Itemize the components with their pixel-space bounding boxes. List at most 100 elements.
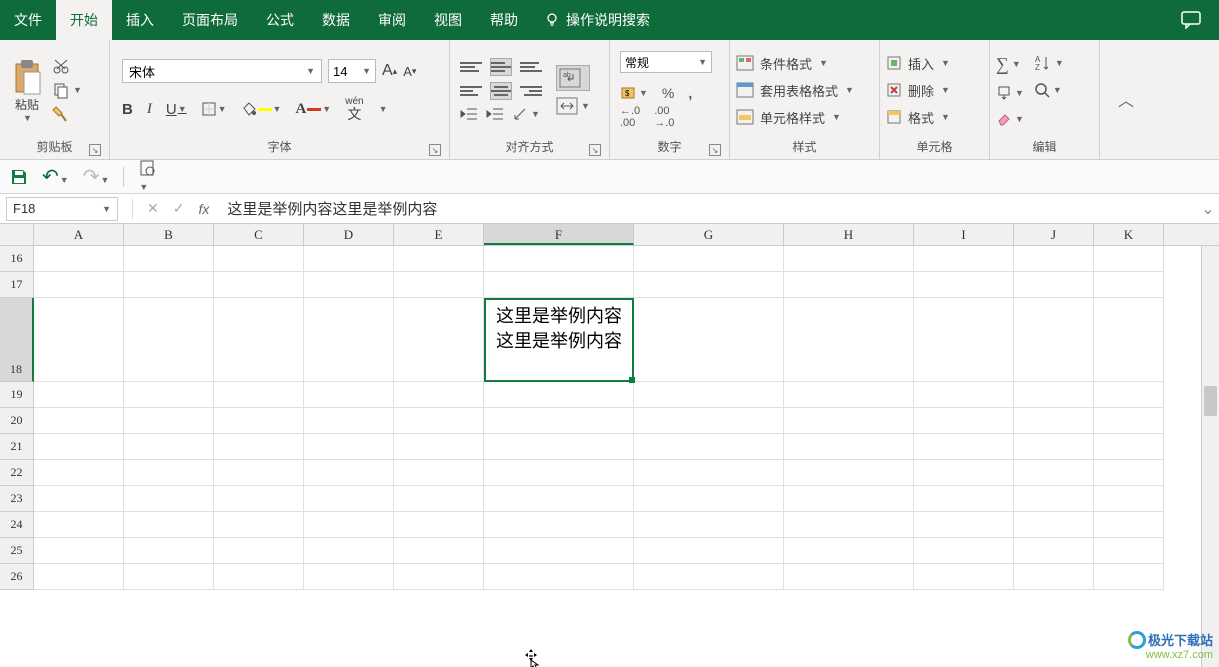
insert-cells-button[interactable]: 插入▼ xyxy=(886,54,950,73)
cell-E18[interactable] xyxy=(394,298,484,382)
cell-I22[interactable] xyxy=(914,460,1014,486)
cell-D16[interactable] xyxy=(304,246,394,272)
col-header-C[interactable]: C xyxy=(214,224,304,245)
cell-G16[interactable] xyxy=(634,246,784,272)
cell-J26[interactable] xyxy=(1014,564,1094,590)
cell-C21[interactable] xyxy=(214,434,304,460)
border-button[interactable]: ▼ xyxy=(201,101,227,117)
increase-font-button[interactable]: A▴ xyxy=(382,62,397,80)
cell-J23[interactable] xyxy=(1014,486,1094,512)
cell-I18[interactable] xyxy=(914,298,1014,382)
cell-F17[interactable] xyxy=(484,272,634,298)
cell-C16[interactable] xyxy=(214,246,304,272)
cell-I19[interactable] xyxy=(914,382,1014,408)
cell-A24[interactable] xyxy=(34,512,124,538)
cell-G23[interactable] xyxy=(634,486,784,512)
cell-C24[interactable] xyxy=(214,512,304,538)
save-button[interactable] xyxy=(10,168,28,186)
cell-H24[interactable] xyxy=(784,512,914,538)
cell-F21[interactable] xyxy=(484,434,634,460)
increase-decimal-button[interactable]: ←.0.00 xyxy=(620,105,640,129)
align-left-button[interactable] xyxy=(460,82,482,100)
menu-view[interactable]: 视图 xyxy=(420,0,476,40)
font-launcher[interactable]: ↘ xyxy=(429,144,441,156)
row-header-26[interactable]: 26 xyxy=(0,564,34,590)
scrollbar-thumb[interactable] xyxy=(1204,386,1217,416)
cell-G19[interactable] xyxy=(634,382,784,408)
cell-C20[interactable] xyxy=(214,408,304,434)
menu-layout[interactable]: 页面布局 xyxy=(168,0,252,40)
menu-home[interactable]: 开始 xyxy=(56,0,112,40)
cell-E17[interactable] xyxy=(394,272,484,298)
format-painter-button[interactable] xyxy=(52,105,82,123)
cell-K19[interactable] xyxy=(1094,382,1164,408)
cell-I20[interactable] xyxy=(914,408,1014,434)
cell-J20[interactable] xyxy=(1014,408,1094,434)
cell-K24[interactable] xyxy=(1094,512,1164,538)
find-button[interactable]: ▼ xyxy=(1034,82,1064,98)
redo-button[interactable]: ↷▼ xyxy=(83,164,110,189)
cell-B22[interactable] xyxy=(124,460,214,486)
cell-A26[interactable] xyxy=(34,564,124,590)
cell-F16[interactable] xyxy=(484,246,634,272)
cell-B21[interactable] xyxy=(124,434,214,460)
cell-I24[interactable] xyxy=(914,512,1014,538)
table-format-button[interactable]: 套用表格格式▼ xyxy=(736,81,854,100)
cell-style-button[interactable]: 单元格样式▼ xyxy=(736,108,854,127)
row-header-20[interactable]: 20 xyxy=(0,408,34,434)
increase-indent-button[interactable] xyxy=(486,106,504,122)
col-header-D[interactable]: D xyxy=(304,224,394,245)
comments-button[interactable] xyxy=(1163,11,1219,29)
conditional-format-button[interactable]: 条件格式▼ xyxy=(736,54,854,73)
fx-button[interactable]: fx xyxy=(198,201,209,217)
cell-F24[interactable] xyxy=(484,512,634,538)
cell-C18[interactable] xyxy=(214,298,304,382)
cell-D23[interactable] xyxy=(304,486,394,512)
cell-E20[interactable] xyxy=(394,408,484,434)
col-header-K[interactable]: K xyxy=(1094,224,1164,245)
spreadsheet-grid[interactable]: ABCDEFGHIJK 161718这里是举例内容这里是举例内容19202122… xyxy=(0,224,1219,667)
cell-F18[interactable]: 这里是举例内容这里是举例内容 xyxy=(484,298,634,382)
row-header-23[interactable]: 23 xyxy=(0,486,34,512)
decrease-font-button[interactable]: A▾ xyxy=(403,64,416,79)
cell-K21[interactable] xyxy=(1094,434,1164,460)
cell-A23[interactable] xyxy=(34,486,124,512)
col-header-F[interactable]: F xyxy=(484,224,634,245)
cell-G25[interactable] xyxy=(634,538,784,564)
cell-A25[interactable] xyxy=(34,538,124,564)
cell-D22[interactable] xyxy=(304,460,394,486)
cell-C26[interactable] xyxy=(214,564,304,590)
underline-button[interactable]: U▼ xyxy=(166,101,187,118)
font-color-button[interactable]: A▼ xyxy=(295,101,331,118)
cell-C22[interactable] xyxy=(214,460,304,486)
cell-B16[interactable] xyxy=(124,246,214,272)
cell-H16[interactable] xyxy=(784,246,914,272)
cell-C19[interactable] xyxy=(214,382,304,408)
paste-button[interactable]: 粘贴 ▼ xyxy=(6,56,48,125)
row-header-19[interactable]: 19 xyxy=(0,382,34,408)
tell-me[interactable]: 操作说明搜索 xyxy=(532,10,662,30)
row-header-18[interactable]: 18 xyxy=(0,298,34,382)
wrap-text-button[interactable]: ab xyxy=(556,65,590,91)
orientation-button[interactable]: ▼ xyxy=(512,106,540,122)
cell-H18[interactable] xyxy=(784,298,914,382)
cut-button[interactable] xyxy=(52,57,82,75)
print-preview-button[interactable]: ▼ xyxy=(138,159,156,194)
cell-K23[interactable] xyxy=(1094,486,1164,512)
cell-J16[interactable] xyxy=(1014,246,1094,272)
name-box[interactable]: F18▼ xyxy=(6,197,118,221)
autosum-button[interactable]: ∑▼ xyxy=(996,54,1024,75)
cell-J22[interactable] xyxy=(1014,460,1094,486)
percent-button[interactable]: % xyxy=(662,85,674,101)
col-header-E[interactable]: E xyxy=(394,224,484,245)
cell-F22[interactable] xyxy=(484,460,634,486)
cancel-button[interactable]: ✕ xyxy=(147,200,159,217)
cell-B18[interactable] xyxy=(124,298,214,382)
col-header-J[interactable]: J xyxy=(1014,224,1094,245)
copy-button[interactable]: ▼ xyxy=(52,81,82,99)
cell-J25[interactable] xyxy=(1014,538,1094,564)
cell-J21[interactable] xyxy=(1014,434,1094,460)
cell-J24[interactable] xyxy=(1014,512,1094,538)
cell-H19[interactable] xyxy=(784,382,914,408)
fill-button[interactable]: ▼ xyxy=(996,85,1024,101)
